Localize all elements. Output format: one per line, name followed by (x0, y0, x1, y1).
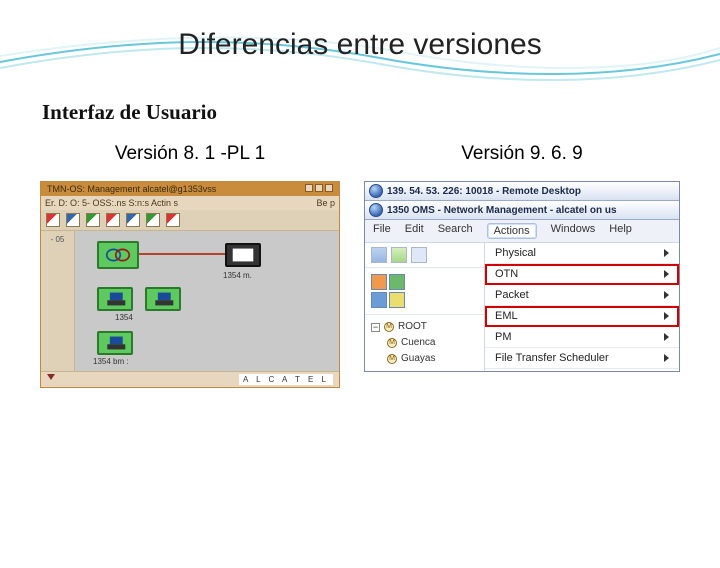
dropdown-label: EML (495, 310, 518, 322)
menu-file[interactable]: File (373, 223, 391, 239)
tree-child[interactable]: M Guayas (387, 351, 478, 367)
chevron-right-icon (664, 249, 669, 257)
dropdown-label: Packet (495, 289, 529, 301)
old-side-label: - 05 (51, 235, 65, 244)
dropdown-label: File Transfer Scheduler (495, 352, 609, 364)
dropdown-label: OTN (495, 268, 518, 280)
slide-subtitle: Interfaz de Usuario (42, 100, 720, 125)
tree-child-label: Guayas (401, 351, 435, 367)
old-toolbar[interactable] (41, 210, 339, 231)
chevron-right-icon (664, 270, 669, 278)
chevron-right-icon (664, 333, 669, 341)
network-node[interactable] (97, 241, 139, 269)
actions-dropdown[interactable]: Physical OTN Packet EML (485, 243, 679, 371)
remote-desktop-titlebar: 139. 54. 53. 226: 10018 - Remote Desktop (365, 182, 679, 201)
palette-icon[interactable] (365, 268, 484, 314)
menu-help[interactable]: Help (609, 223, 632, 239)
network-node[interactable] (145, 287, 181, 311)
network-link (139, 253, 225, 255)
old-menu-help[interactable]: Be p (316, 198, 335, 208)
menu-search[interactable]: Search (438, 223, 473, 239)
dropdown-label: Physical (495, 247, 536, 259)
oms-title: 1350 OMS - Network Management - alcatel … (387, 205, 617, 216)
oms-titlebar: 1350 OMS - Network Management - alcatel … (365, 201, 679, 220)
dropdown-item-otn[interactable]: OTN (485, 264, 679, 285)
old-title-text: TMN-OS: Management alcatel@g1353vss (47, 184, 216, 194)
old-canvas[interactable]: 1354 m. 1354 1354 bm : (75, 231, 339, 371)
left-column-title: Versión 8. 1 -PL 1 (40, 143, 340, 165)
old-titlebar: TMN-OS: Management alcatel@g1353vss (41, 182, 339, 196)
dropdown-item-packet[interactable]: Packet (485, 285, 679, 306)
menu-edit[interactable]: Edit (405, 223, 424, 239)
globe-icon (369, 184, 383, 198)
toolbar-icon[interactable] (146, 213, 160, 227)
old-ui-window: TMN-OS: Management alcatel@g1353vss Er. … (40, 181, 340, 388)
tree-root-label: ROOT (398, 319, 427, 335)
toolbar-icon[interactable] (86, 213, 100, 227)
node-label: 1354 (115, 313, 133, 322)
toolbar-icon[interactable] (166, 213, 180, 227)
menu-actions[interactable]: Actions (487, 223, 537, 239)
dropdown-label: PM (495, 331, 512, 343)
toolbar-icon[interactable] (66, 213, 80, 227)
triangle-icon (47, 374, 55, 380)
old-window-controls[interactable] (303, 184, 333, 194)
old-menubar[interactable]: Er. D: O: 5- OSS:.ns S:n:s Actin s Be p (41, 196, 339, 210)
tool-icon[interactable] (411, 247, 427, 263)
node-icon: M (387, 354, 397, 364)
new-ui-window: 139. 54. 53. 226: 10018 - Remote Desktop… (364, 181, 680, 372)
chevron-right-icon (664, 354, 669, 362)
filter-icon[interactable] (371, 247, 387, 263)
chevron-right-icon (664, 312, 669, 320)
new-left-panel: − M ROOT M Cuenca M Guayas (365, 243, 485, 371)
toolbar-icon[interactable] (46, 213, 60, 227)
tree-root[interactable]: − M ROOT (371, 319, 478, 335)
collapse-icon[interactable]: − (371, 323, 380, 332)
new-menubar[interactable]: File Edit Search Actions Windows Help (365, 220, 679, 243)
refresh-icon[interactable] (391, 247, 407, 263)
network-node[interactable] (225, 243, 261, 267)
dropdown-item-physical[interactable]: Physical (485, 243, 679, 264)
chevron-right-icon (664, 291, 669, 299)
icon-toolbar[interactable] (365, 243, 484, 268)
network-node[interactable] (97, 331, 133, 355)
dropdown-item-pm[interactable]: PM (485, 327, 679, 348)
brand-label: A L C A T E L (239, 374, 333, 385)
tree-child[interactable]: M Cuenca (387, 335, 478, 351)
old-statusbar: A L C A T E L (41, 371, 339, 387)
old-sidebar: - 05 (41, 231, 75, 371)
remote-desktop-title: 139. 54. 53. 226: 10018 - Remote Desktop (387, 186, 581, 197)
node-icon: M (384, 322, 394, 332)
tree-panel[interactable]: − M ROOT M Cuenca M Guayas (365, 314, 484, 371)
node-label: 1354 m. (223, 271, 252, 280)
tree-child-label: Cuenca (401, 335, 435, 351)
dropdown-item-file-transfer[interactable]: File Transfer Scheduler (485, 348, 679, 369)
menu-windows[interactable]: Windows (551, 223, 596, 239)
node-icon: M (387, 338, 397, 348)
slide-title: Diferencias entre versiones (0, 28, 720, 62)
old-menus[interactable]: Er. D: O: 5- OSS:.ns S:n:s Actin s (45, 198, 178, 208)
right-column-title: Versión 9. 6. 9 (364, 143, 680, 165)
toolbar-icon[interactable] (106, 213, 120, 227)
toolbar-icon[interactable] (126, 213, 140, 227)
network-node[interactable] (97, 287, 133, 311)
node-label: 1354 bm : (93, 357, 129, 366)
globe-icon (369, 203, 383, 217)
dropdown-item-eml[interactable]: EML (485, 306, 679, 327)
